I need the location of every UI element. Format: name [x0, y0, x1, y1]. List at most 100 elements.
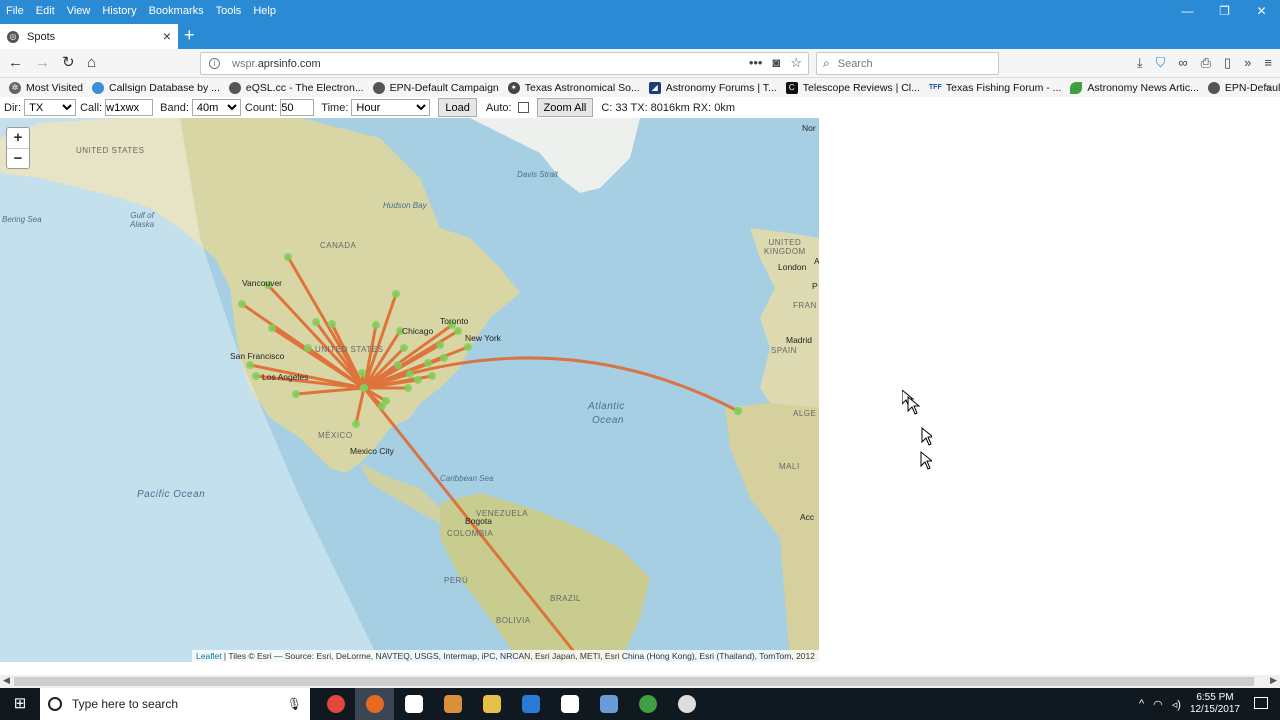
- map-canvas[interactable]: [0, 118, 819, 662]
- station-marker: [328, 320, 336, 328]
- pocket-icon[interactable]: ◙: [772, 55, 780, 71]
- url-bar[interactable]: i wspr.aprsinfo.com ••• ◙ ☆: [200, 52, 809, 75]
- station-marker: [428, 372, 436, 380]
- tray-chevron-icon[interactable]: ^: [1139, 698, 1144, 710]
- dir-select[interactable]: TX: [24, 99, 77, 116]
- search-box[interactable]: ⌕: [816, 52, 999, 75]
- horizontal-scrollbar[interactable]: ◀ ▶: [0, 675, 1280, 688]
- globe-app-icon: [638, 695, 657, 713]
- new-tab-button[interactable]: +: [184, 25, 195, 45]
- search-input[interactable]: [837, 57, 988, 70]
- close-tab-icon[interactable]: ×: [163, 28, 171, 44]
- notification-icon[interactable]: [1254, 697, 1268, 709]
- auto-label: Auto:: [485, 101, 512, 114]
- bookmark-astronomy-news[interactable]: Astronomy News Artic...: [1070, 81, 1199, 94]
- microphone-icon[interactable]: 🎙: [287, 697, 302, 711]
- leaflet-link[interactable]: Leaflet: [196, 651, 222, 661]
- start-button[interactable]: ⊞: [0, 688, 40, 720]
- menu-bookmarks[interactable]: Bookmarks: [143, 5, 210, 17]
- bookmark-texas-astronomical[interactable]: ✶ Texas Astronomical So...: [507, 81, 640, 94]
- menu-file[interactable]: File: [0, 5, 30, 17]
- load-button[interactable]: Load: [438, 98, 477, 117]
- taskbar-app-firefox-icon[interactable]: [355, 688, 394, 720]
- taskbar-apps: [316, 688, 706, 720]
- taskbar-app-mail-icon[interactable]: [550, 688, 589, 720]
- clock[interactable]: 6:55 PM 12/15/2017: [1190, 692, 1240, 716]
- taskbar-app-monitor-icon[interactable]: [589, 688, 628, 720]
- mask-icon[interactable]: ∞: [1178, 55, 1187, 71]
- menu-history[interactable]: History: [96, 5, 142, 17]
- taskbar-app-edge-icon[interactable]: [511, 688, 550, 720]
- scroll-left-icon[interactable]: ◀: [3, 675, 10, 686]
- zoom-out-button[interactable]: −: [7, 148, 29, 168]
- station-marker: [352, 420, 360, 428]
- map-label-canada: CANADA: [320, 241, 357, 250]
- shield-icon[interactable]: ⛉: [1156, 55, 1166, 71]
- map-label-bering-sea: Bering Sea: [2, 215, 42, 224]
- url-tools: ••• ◙ ☆: [749, 55, 802, 71]
- station-marker: [372, 321, 380, 329]
- station-marker: [284, 253, 292, 261]
- sidebar-icon[interactable]: ▯: [1224, 55, 1231, 71]
- close-window-button[interactable]: ✕: [1243, 0, 1280, 22]
- station-marker: [378, 402, 386, 410]
- map-label-hudson-bay: Hudson Bay: [383, 201, 427, 210]
- forward-icon[interactable]: →: [35, 55, 50, 71]
- taskbar-app-settings-icon[interactable]: [394, 688, 433, 720]
- info-icon[interactable]: i: [209, 58, 220, 69]
- page-actions-icon[interactable]: •••: [749, 55, 763, 71]
- time-select[interactable]: Hour: [351, 99, 431, 116]
- bookmark-telescope-reviews[interactable]: C Telescope Reviews | Cl...: [785, 81, 920, 94]
- map-label-san-francisco: San Francisco: [230, 351, 285, 361]
- menu-help[interactable]: Help: [247, 5, 282, 17]
- scroll-right-icon[interactable]: ▶: [1270, 675, 1277, 686]
- back-icon[interactable]: ←: [8, 55, 23, 71]
- bookmark-eqsl[interactable]: eQSL.cc - The Electron...: [228, 81, 364, 94]
- bookmark-most-visited[interactable]: ✲ Most Visited: [9, 81, 83, 94]
- land-greenland: [470, 118, 640, 193]
- taskbar-app-globe-app-icon[interactable]: [628, 688, 667, 720]
- taskbar-app-media-icon[interactable]: [433, 688, 472, 720]
- taskbar-search[interactable]: Type here to search 🎙: [40, 688, 310, 720]
- hamburger-menu-icon[interactable]: ≡: [1264, 55, 1272, 71]
- taskbar-app-chrome-icon[interactable]: [316, 688, 355, 720]
- maximize-button[interactable]: ❐: [1206, 0, 1243, 22]
- taskbar-app-obs-icon[interactable]: [667, 688, 706, 720]
- count-input[interactable]: [280, 99, 315, 116]
- download-icon[interactable]: ⤓: [1137, 55, 1143, 71]
- bookmark-star-icon[interactable]: ☆: [790, 55, 802, 71]
- overflow-icon[interactable]: »: [1244, 55, 1251, 71]
- bookmark-astronomy-forums[interactable]: ◢ Astronomy Forums | T...: [648, 81, 777, 94]
- station-marker: [404, 384, 412, 392]
- station-marker: [246, 361, 254, 369]
- tab-title: Spots: [27, 30, 56, 43]
- print-icon[interactable]: ⎙: [1201, 55, 1211, 71]
- station-marker: [268, 324, 276, 332]
- bookmark-texas-fishing[interactable]: TFF Texas Fishing Forum - ...: [929, 82, 1062, 94]
- bookmark-callsign-database[interactable]: Callsign Database by ...: [92, 81, 220, 94]
- call-input[interactable]: [105, 99, 154, 116]
- gear-icon: ✲: [9, 81, 21, 94]
- taskbar-app-folder-icon[interactable]: [472, 688, 511, 720]
- tab-spots[interactable]: ◎ Spots ×: [0, 24, 178, 49]
- band-select[interactable]: 40m: [191, 99, 241, 116]
- zoom-in-button[interactable]: +: [7, 128, 29, 148]
- auto-checkbox[interactable]: [517, 102, 529, 113]
- reload-icon[interactable]: ↻: [62, 55, 75, 71]
- map-label-united-kingdom: UNITED KINGDOM: [764, 238, 806, 256]
- scrollbar-thumb[interactable]: [14, 677, 1254, 686]
- spot-controls: Dir: TX Call: Band: 40m Count: Time: Hou…: [0, 97, 1280, 118]
- menu-edit[interactable]: Edit: [30, 5, 61, 17]
- bookmarks-toolbar: ✲ Most Visited Callsign Database by ... e…: [0, 78, 1280, 97]
- network-icon[interactable]: ◠: [1153, 698, 1163, 711]
- volume-icon[interactable]: ◃): [1172, 698, 1181, 711]
- minimize-button[interactable]: —: [1169, 0, 1206, 22]
- home-icon[interactable]: ⌂: [87, 55, 96, 71]
- bookmark-epn-default[interactable]: EPN-Default Campaign: [372, 81, 499, 94]
- bookmarks-overflow-icon[interactable]: »: [1265, 80, 1272, 94]
- spot-map[interactable]: UNITED STATES Bering Sea Gulf of Alaska …: [0, 118, 819, 662]
- menu-tools[interactable]: Tools: [210, 5, 248, 17]
- zoom-all-button[interactable]: Zoom All: [536, 98, 594, 117]
- star-icon: ✶: [507, 81, 520, 94]
- menu-view[interactable]: View: [61, 5, 97, 17]
